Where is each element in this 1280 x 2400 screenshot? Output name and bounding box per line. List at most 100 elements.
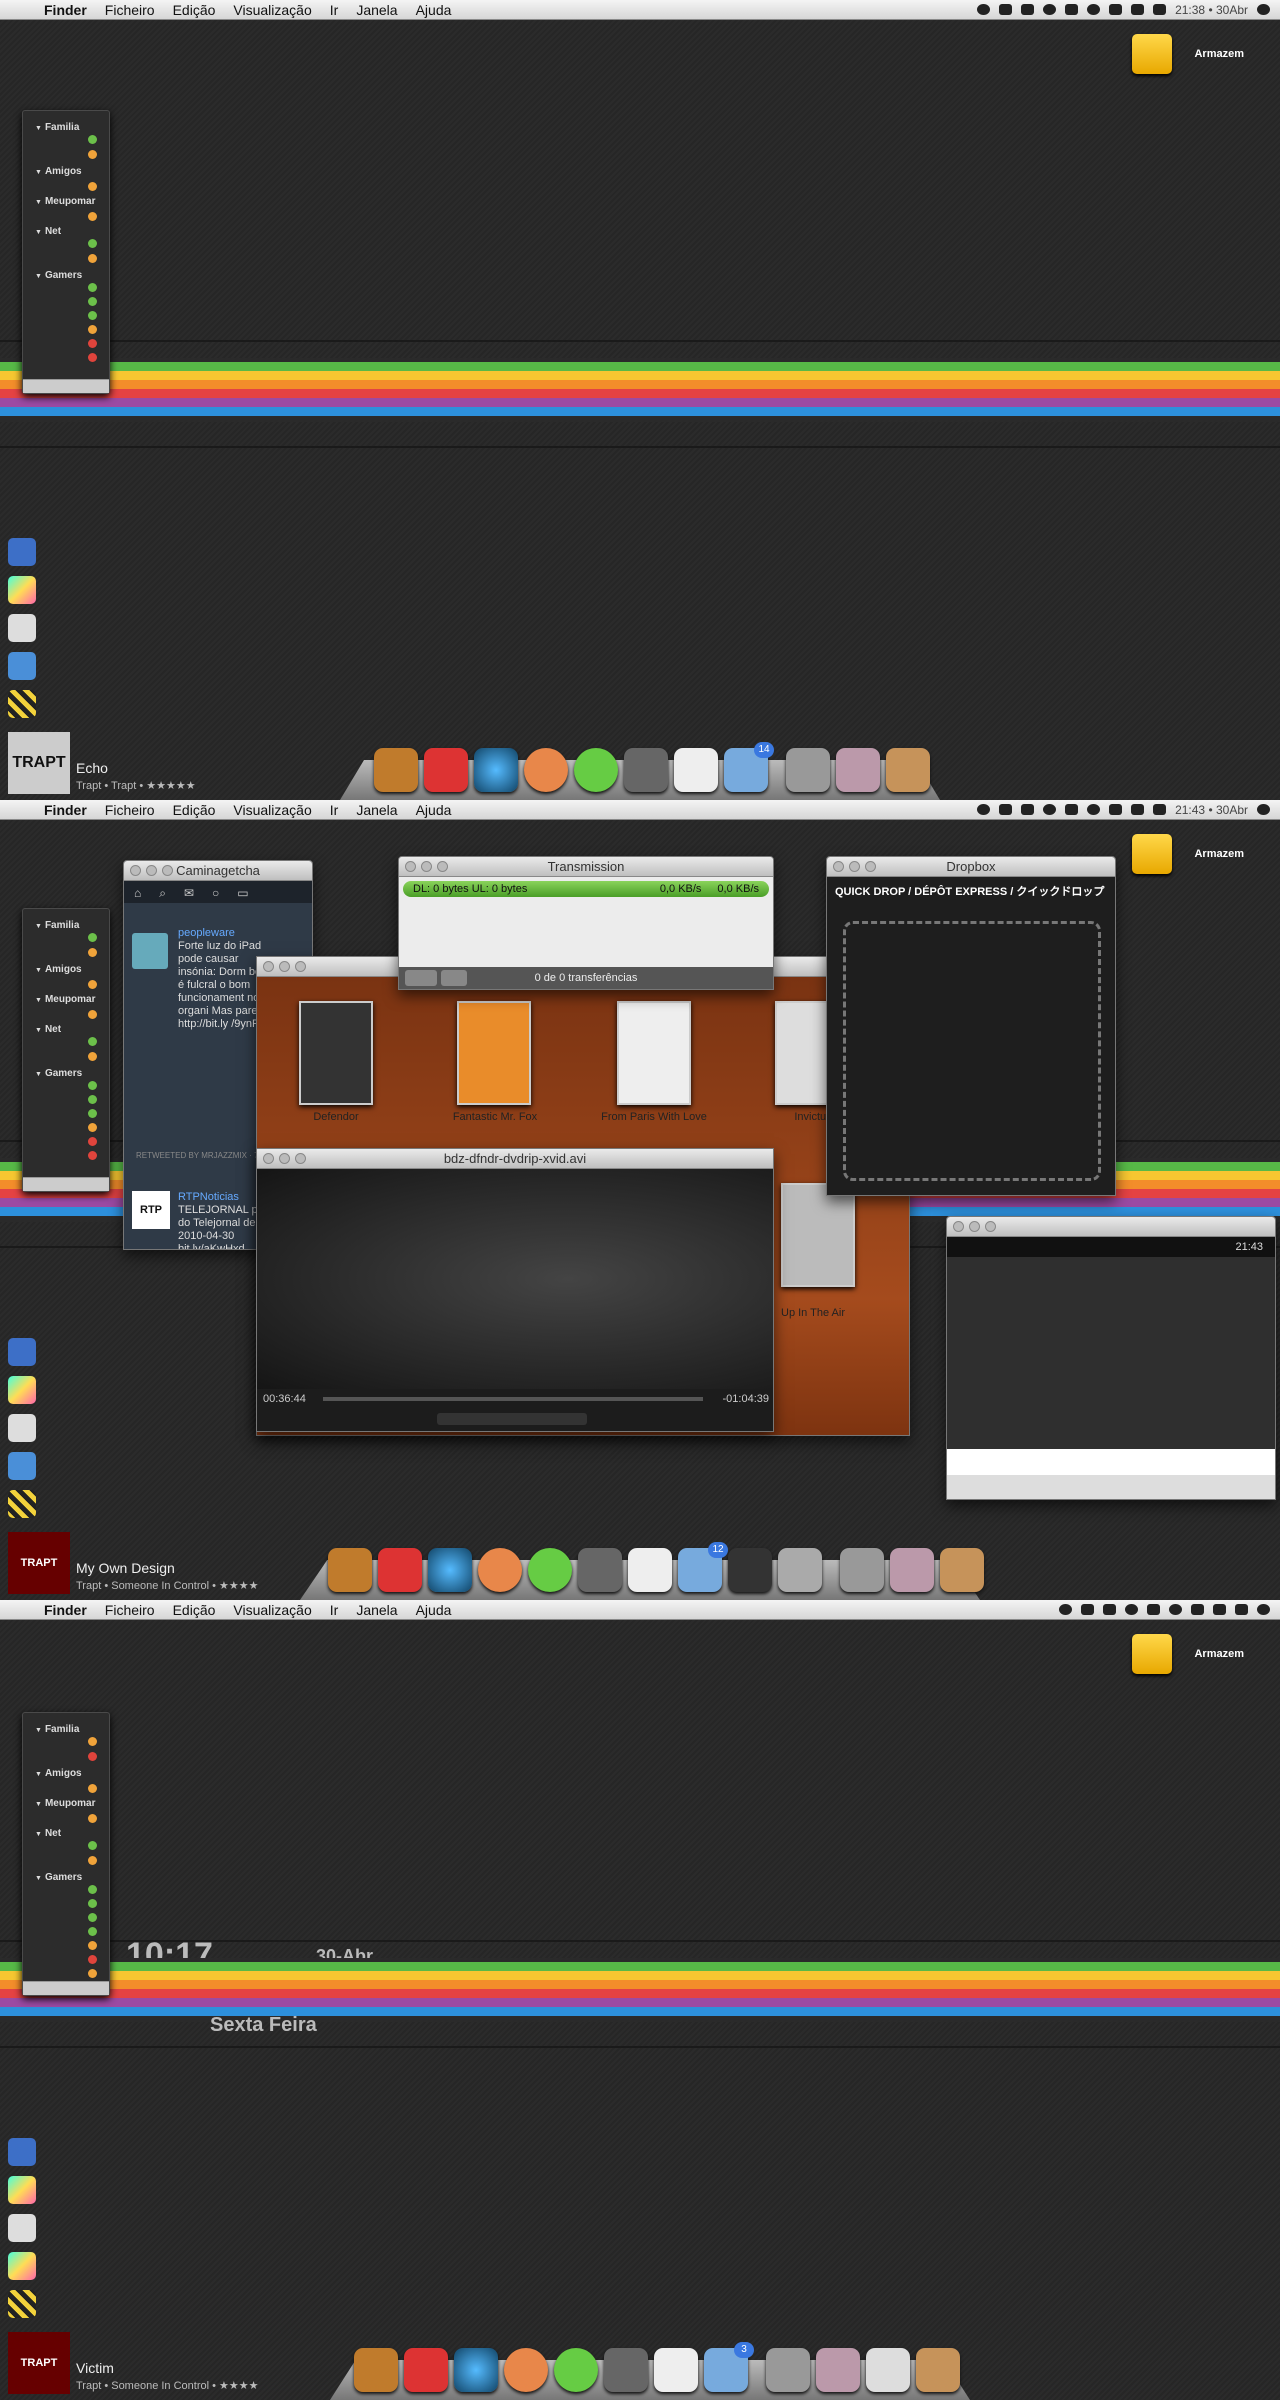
- hazard-icon[interactable]: [8, 1490, 36, 1518]
- downloads-folder-icon[interactable]: [890, 1548, 934, 1592]
- group-net[interactable]: Net: [23, 1827, 109, 1841]
- menu-edicao[interactable]: Edição: [173, 802, 216, 818]
- menu-visualizacao[interactable]: Visualização: [233, 2, 311, 18]
- gear-icon[interactable]: [405, 970, 437, 986]
- group-familia[interactable]: Familia: [23, 919, 109, 933]
- close-button[interactable]: [130, 865, 141, 876]
- spaces-icon[interactable]: [1081, 1604, 1094, 1615]
- menu-janela[interactable]: Janela: [356, 802, 397, 818]
- palette-icon[interactable]: [8, 2176, 36, 2204]
- menu-finder[interactable]: Finder: [44, 2, 87, 18]
- group-familia[interactable]: Familia: [23, 121, 109, 135]
- battery-icon[interactable]: [1235, 1604, 1248, 1615]
- spaces-icon[interactable]: [999, 4, 1013, 15]
- close-button[interactable]: [263, 961, 274, 972]
- cloud-icon[interactable]: [1043, 4, 1057, 15]
- applications-folder-icon[interactable]: [840, 1548, 884, 1592]
- menu-edicao[interactable]: Edição: [173, 2, 216, 18]
- globe-icon[interactable]: [474, 748, 518, 792]
- itunes-icon[interactable]: [624, 748, 668, 792]
- video-frame[interactable]: [257, 1169, 773, 1389]
- flask-icon[interactable]: 12: [678, 1542, 728, 1592]
- menu-ir[interactable]: Ir: [330, 1602, 339, 1618]
- palette-icon[interactable]: [8, 576, 36, 604]
- clapper-icon[interactable]: [8, 538, 36, 566]
- group-amigos[interactable]: Amigos: [23, 1767, 109, 1781]
- movie-cover[interactable]: [299, 1001, 373, 1105]
- frog-icon[interactable]: [574, 748, 618, 792]
- flask-icon[interactable]: 14: [724, 742, 774, 792]
- playback-buttons[interactable]: [437, 1413, 587, 1425]
- group-amigos[interactable]: Amigos: [23, 165, 109, 179]
- flask-icon[interactable]: 3: [704, 2342, 754, 2392]
- group-meupomar[interactable]: Meupomar: [23, 195, 109, 209]
- movie-title[interactable]: From Paris With Love: [584, 1111, 724, 1123]
- bookshelf-icon[interactable]: [374, 748, 418, 792]
- applications-folder-icon[interactable]: [786, 748, 830, 792]
- group-amigos[interactable]: Amigos: [23, 963, 109, 977]
- close-button[interactable]: [405, 861, 416, 872]
- drive-icon[interactable]: [1132, 34, 1172, 74]
- bookshelf-icon[interactable]: [328, 1548, 372, 1592]
- truck-icon[interactable]: [728, 1548, 772, 1592]
- menu-ficheiro[interactable]: Ficheiro: [105, 1602, 155, 1618]
- cloud-icon[interactable]: [1043, 804, 1057, 815]
- palette-icon[interactable]: [8, 2252, 36, 2280]
- group-net[interactable]: Net: [23, 225, 109, 239]
- document-icon[interactable]: [866, 2348, 910, 2392]
- spotlight-icon[interactable]: [1257, 4, 1270, 15]
- minimize-button[interactable]: [969, 1221, 980, 1232]
- dropbox-titlebar[interactable]: Dropbox: [827, 857, 1115, 877]
- spaces-icon[interactable]: [999, 804, 1013, 815]
- zoom-button[interactable]: [295, 1153, 306, 1164]
- movie-cover[interactable]: [781, 1183, 855, 1287]
- bluetooth-icon[interactable]: [1109, 804, 1123, 815]
- close-button[interactable]: [833, 861, 844, 872]
- menu-ficheiro[interactable]: Ficheiro: [105, 802, 155, 818]
- search-icon[interactable]: ○: [212, 886, 219, 900]
- zoom-button[interactable]: [162, 865, 173, 876]
- mail-icon[interactable]: ✉: [184, 886, 194, 900]
- wifi-icon[interactable]: [1087, 4, 1101, 15]
- bluetooth-icon[interactable]: [1191, 1604, 1204, 1615]
- zoom-button[interactable]: [865, 861, 876, 872]
- dropbox-icon[interactable]: [1147, 1604, 1160, 1615]
- group-meupomar[interactable]: Meupomar: [23, 1797, 109, 1811]
- menu-finder[interactable]: Finder: [44, 1602, 87, 1618]
- volume-icon[interactable]: [1131, 804, 1145, 815]
- dropbox-icon[interactable]: [1065, 4, 1079, 15]
- palette-icon[interactable]: [8, 1376, 36, 1404]
- downloads-folder-icon[interactable]: [836, 748, 880, 792]
- battery-icon[interactable]: [1153, 4, 1167, 15]
- spotlight-icon[interactable]: [1257, 804, 1270, 815]
- attach-icon[interactable]: ⌕: [159, 886, 166, 900]
- avatar[interactable]: [132, 933, 168, 969]
- globe-icon[interactable]: [428, 1548, 472, 1592]
- menubar-clock[interactable]: 21:43 • 30Abr: [1175, 803, 1248, 817]
- clapper-icon[interactable]: [8, 2138, 36, 2166]
- volume-icon[interactable]: [1131, 4, 1145, 15]
- itunes-icon[interactable]: [604, 2348, 648, 2392]
- chat-input[interactable]: [947, 1449, 1275, 1475]
- cloud-icon[interactable]: [1125, 1604, 1138, 1615]
- twitter-titlebar[interactable]: Caminagetcha: [124, 861, 312, 881]
- drive-icon[interactable]: [1132, 1634, 1172, 1674]
- hazard-icon[interactable]: [8, 2290, 36, 2318]
- close-button[interactable]: [953, 1221, 964, 1232]
- menu-ajuda[interactable]: Ajuda: [416, 2, 452, 18]
- gear-icon[interactable]: [8, 614, 36, 642]
- chat-icon[interactable]: [977, 804, 991, 815]
- zoom-button[interactable]: [295, 961, 306, 972]
- minimize-button[interactable]: [849, 861, 860, 872]
- group-net[interactable]: Net: [23, 1023, 109, 1037]
- play-icon[interactable]: [778, 1548, 822, 1592]
- chat-titlebar[interactable]: [947, 1217, 1275, 1237]
- menu-edicao[interactable]: Edição: [173, 1602, 216, 1618]
- menu-visualizacao[interactable]: Visualização: [233, 802, 311, 818]
- movie-cover[interactable]: [457, 1001, 531, 1105]
- wifi-icon[interactable]: [1087, 804, 1101, 815]
- compose-icon[interactable]: ▭: [237, 886, 248, 900]
- box-icon[interactable]: [1103, 1604, 1116, 1615]
- apple-menu-icon[interactable]: [16, 802, 32, 818]
- box-icon[interactable]: [1021, 804, 1035, 815]
